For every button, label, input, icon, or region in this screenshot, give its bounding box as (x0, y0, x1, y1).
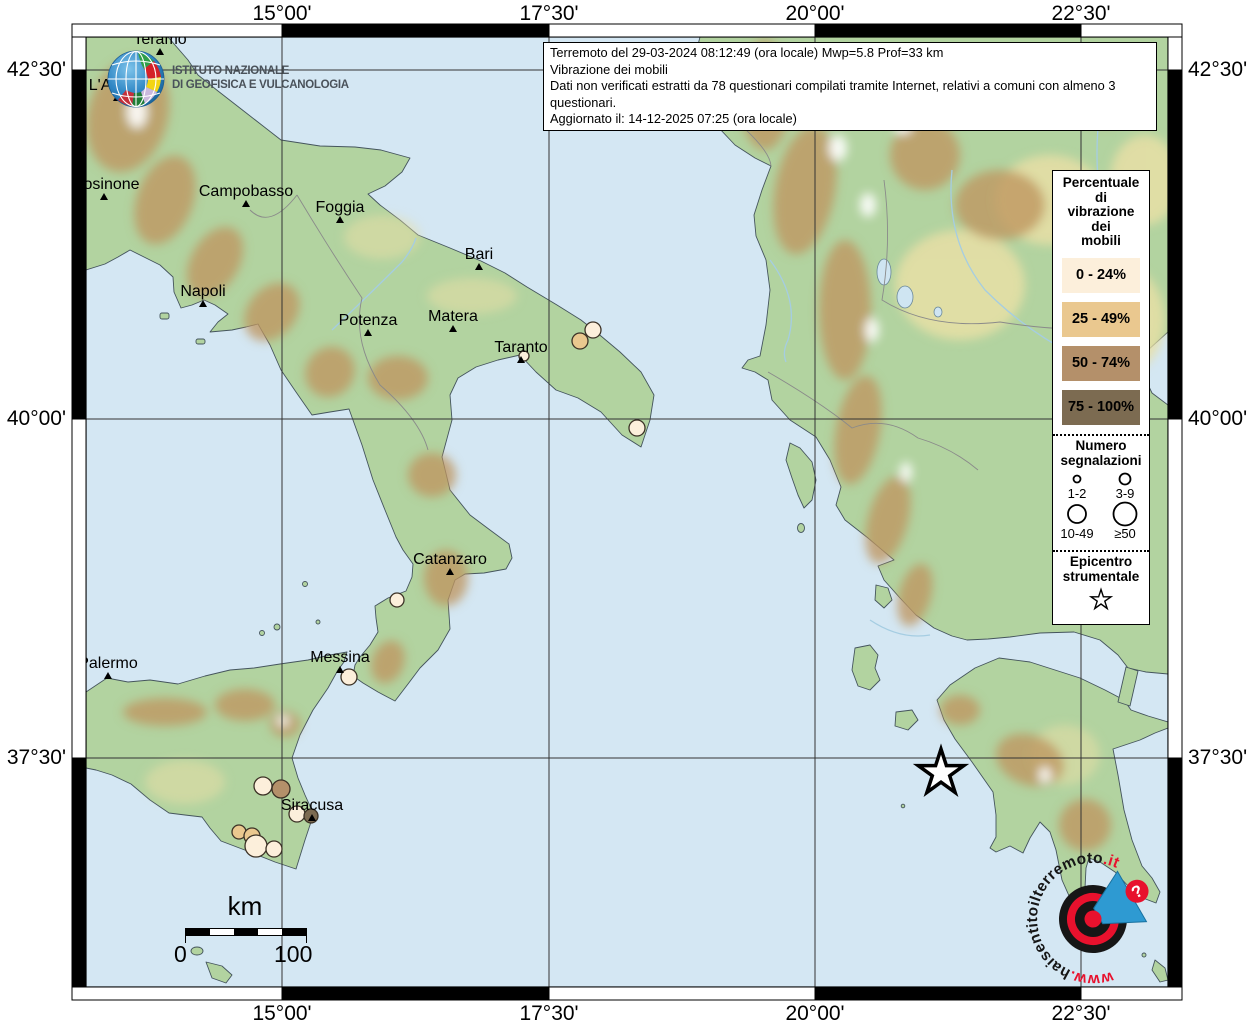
city-label: Siracusa (281, 797, 343, 814)
city-label: Napoli (180, 283, 225, 300)
observation-circle (272, 780, 290, 798)
count-symbol-10-49: 10-49 (1053, 501, 1101, 541)
map-page: { "axes": { "top": ["15°00'", "17°30'", … (0, 0, 1254, 1024)
axis-right-37-30: 37°30' (1188, 746, 1247, 770)
legend-title-line: Percentuale (1053, 176, 1149, 191)
legend-epicenter-section: Epicentro strumentale (1053, 550, 1149, 624)
count-label: 3-9 (1116, 487, 1135, 501)
axis-right-40: 40°00' (1188, 407, 1247, 431)
island-aeolian-1 (274, 624, 280, 630)
island-aeolian-4 (316, 620, 320, 624)
scale-bar-segments (185, 928, 307, 936)
city-label: Campobasso (199, 183, 293, 200)
swatch-label: 25 - 49% (1072, 311, 1130, 327)
count-circle-icon (1108, 501, 1142, 527)
count-circle-icon (1108, 471, 1142, 487)
scale-unit: km (222, 891, 268, 922)
legend-title-line: di (1053, 191, 1149, 206)
city-label: Taranto (494, 339, 547, 356)
observation-circle (585, 322, 601, 338)
count-label: 10-49 (1060, 527, 1093, 541)
count-symbol-3-9: 3-9 (1101, 471, 1149, 501)
count-label: 1-2 (1068, 487, 1087, 501)
legend-swatch-50-74: 50 - 74% (1062, 346, 1140, 381)
observation-circle (390, 593, 404, 607)
observation-circle (254, 777, 272, 795)
counts-title-line: segnalazioni (1053, 453, 1149, 469)
axis-left-37-30: 37°30' (0, 746, 66, 770)
event-updated-note: Aggiornato il: 14-12-2025 07:25 (ora loc… (550, 111, 1150, 128)
scale-min-label: 0 (174, 941, 187, 968)
city-label: Matera (428, 308, 478, 325)
observation-circle (266, 841, 282, 857)
map-area: TeramoL'AquilaFrosinoneCampobassoFoggiaN… (68, 31, 1180, 987)
axis-bottom-22-30: 22°30' (1051, 1002, 1110, 1026)
epicenter-title-line: Epicentro (1053, 554, 1149, 570)
count-label: ≥50 (1114, 527, 1136, 541)
counts-title-line: Numero (1053, 438, 1149, 454)
observation-circle (629, 420, 645, 436)
legend-counts-section: Numero segnalazioni 1-2 3-9 10-49 ≥50 (1053, 434, 1149, 541)
event-title-line: Terremoto del 29-03-2024 08:12:49 (ora l… (550, 45, 1150, 62)
frame-bottom (72, 987, 1182, 1000)
city-label: Catanzaro (413, 551, 487, 568)
legend-title-line: mobili (1053, 234, 1149, 249)
islet-dot-1 (1142, 953, 1146, 957)
island-aeolian-2 (260, 631, 265, 636)
city-label: Foggia (316, 199, 365, 216)
epicenter-title-line: strumentale (1053, 569, 1149, 585)
axis-bottom-20: 20°00' (785, 1002, 844, 1026)
legend-percent-title: Percentuale di vibrazione dei mobili (1053, 171, 1149, 249)
swatch-label: 0 - 24% (1076, 267, 1126, 283)
axis-right-42-30: 42°30' (1188, 58, 1247, 82)
observation-circle (245, 835, 267, 857)
island-ischia (160, 313, 169, 319)
legend-title-line: dei (1053, 220, 1149, 235)
frame-left (72, 37, 86, 987)
swatch-label: 50 - 74% (1072, 355, 1130, 371)
legend-swatch-25-49: 25 - 49% (1062, 302, 1140, 337)
ingv-name-line1: ISTITUTO NAZIONALE (172, 65, 290, 77)
legend-swatch-0-24: 0 - 24% (1062, 258, 1140, 293)
scale-bar: km 0 100 (180, 893, 320, 968)
axis-top-22-30: 22°30' (1051, 2, 1110, 26)
city-label: Potenza (339, 312, 398, 329)
frame-right (1168, 37, 1182, 987)
legend-title-line: vibrazione (1053, 205, 1149, 220)
island-aeolian-3 (303, 582, 308, 587)
axis-bottom-17-30: 17°30' (519, 1002, 578, 1026)
axis-bottom-15: 15°00' (252, 1002, 311, 1026)
count-circle-icon (1060, 501, 1094, 527)
axis-top-20: 20°00' (785, 2, 844, 26)
epicenter-star-icon (1086, 587, 1116, 613)
island-capri (196, 339, 205, 344)
islet-dot-2 (901, 804, 905, 808)
count-symbol-50plus: ≥50 (1101, 501, 1149, 541)
island-paxos (798, 524, 805, 533)
count-symbol-1-2: 1-2 (1053, 471, 1101, 501)
ingv-globe-icon (108, 51, 164, 107)
frame-top (72, 24, 1182, 37)
count-circle-icon (1060, 471, 1094, 487)
city-label: Bari (465, 246, 493, 263)
observation-circle (572, 333, 588, 349)
legend-swatch-75-100: 75 - 100% (1062, 390, 1140, 425)
city-label: Messina (310, 649, 370, 666)
axis-left-40: 40°00' (0, 407, 66, 431)
scale-max-label: 100 (274, 941, 312, 968)
event-data-note: Dati non verificati estratti da 78 quest… (550, 78, 1150, 111)
ingv-name-line2: DI GEOFISICA E VULCANOLOGIA (172, 79, 349, 91)
legend: Percentuale di vibrazione dei mobili 0 -… (1052, 170, 1150, 625)
city-label: Palermo (78, 655, 138, 672)
event-subtitle: Vibrazione dei mobili (550, 62, 1150, 79)
event-info-box: Terremoto del 29-03-2024 08:12:49 (ora l… (543, 42, 1157, 131)
axis-top-15: 15°00' (252, 2, 311, 26)
swatch-label: 75 - 100% (1068, 399, 1134, 415)
axis-left-42-30: 42°30' (0, 58, 66, 82)
observation-circle (341, 669, 357, 685)
axis-top-17-30: 17°30' (519, 2, 578, 26)
